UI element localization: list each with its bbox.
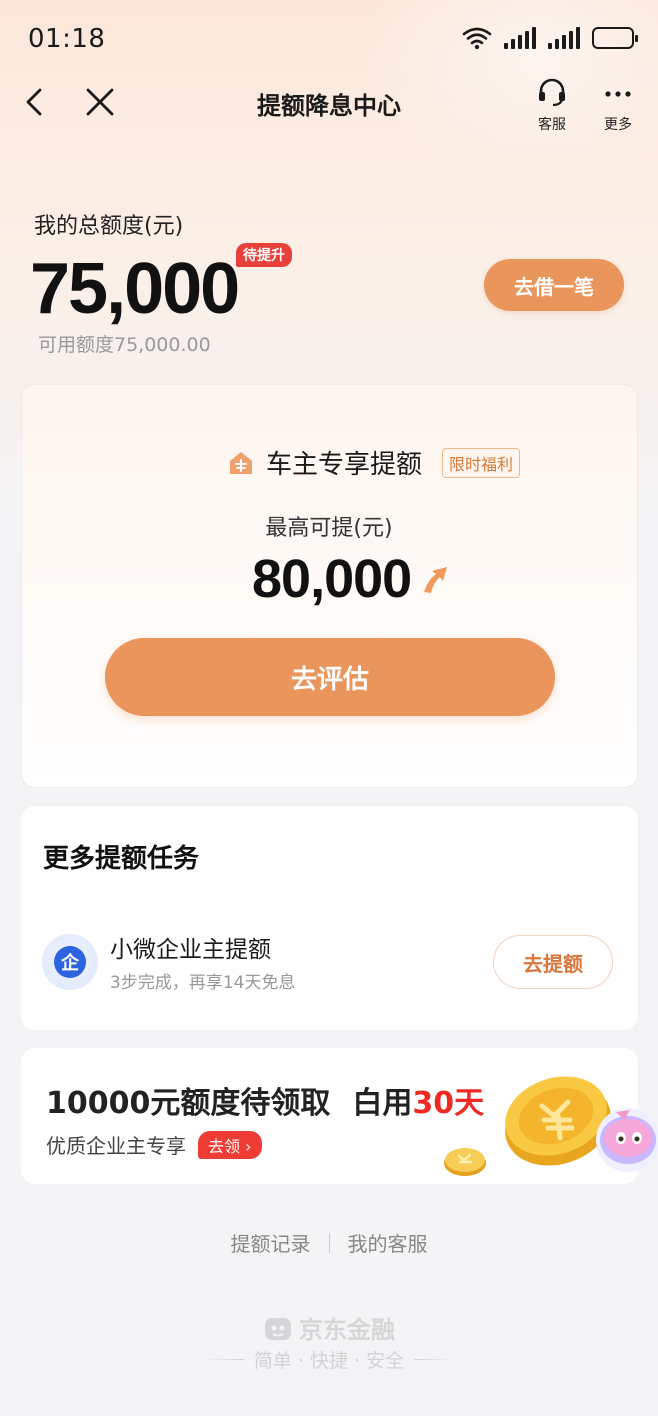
evaluate-button[interactable]: 去评估 bbox=[105, 638, 555, 716]
card-title: 车主专享提额 bbox=[266, 450, 423, 480]
wifi-icon bbox=[462, 27, 492, 50]
small-coin-icon bbox=[444, 1148, 486, 1176]
more-button[interactable]: 更多 bbox=[596, 78, 640, 134]
total-quota-label: 我的总额度(元) bbox=[34, 214, 184, 239]
car-owner-icon bbox=[230, 451, 252, 474]
enterprise-icon: 企 bbox=[42, 934, 98, 990]
promo-subtitle-row: 优质企业主专享 去领 › bbox=[46, 1130, 262, 1159]
card-header: 车主专享提额 限时福利 bbox=[226, 444, 521, 481]
slogan-row: 简单 · 快捷 · 安全 bbox=[0, 1346, 658, 1373]
chevron-right-icon: › bbox=[245, 1136, 252, 1156]
total-quota-amount: 75,000 bbox=[30, 249, 240, 329]
battery-icon bbox=[592, 27, 638, 49]
tasks-title: 更多提额任务 bbox=[43, 844, 200, 874]
limited-benefit-tag: 限时福利 bbox=[442, 447, 521, 478]
brand-name: 京东金融 bbox=[299, 1316, 395, 1344]
pending-increase-badge: 待提升 bbox=[236, 243, 292, 267]
brand: 京东金融 bbox=[0, 1310, 658, 1345]
chevron-left-icon bbox=[26, 88, 42, 116]
max-amount: 80,000 bbox=[252, 549, 412, 609]
promo-title: 10000元额度待领取 白用30天 bbox=[46, 1078, 484, 1122]
footer-links: 提额记录 我的客服 bbox=[0, 1228, 658, 1257]
slogan-line-right bbox=[414, 1359, 455, 1360]
headset-icon bbox=[539, 78, 565, 107]
promo-subtitle: 优质企业主专享 bbox=[46, 1134, 186, 1158]
status-icons bbox=[462, 26, 638, 50]
increase-quota-button[interactable]: 去提额 bbox=[493, 935, 613, 989]
close-button[interactable] bbox=[82, 84, 118, 120]
max-amount-label: 最高可提(元) bbox=[265, 516, 393, 541]
promo-title-highlight: 30天 bbox=[412, 1086, 485, 1121]
quota-history-link[interactable]: 提额记录 bbox=[231, 1228, 311, 1257]
more-label: 更多 bbox=[604, 117, 632, 133]
borrow-button[interactable]: 去借一笔 bbox=[484, 259, 624, 311]
footer-divider bbox=[328, 1232, 330, 1253]
service-label: 客服 bbox=[538, 117, 566, 133]
arrow-up-icon bbox=[424, 567, 447, 593]
promo-title-main: 10000元额度待领取 bbox=[46, 1086, 331, 1121]
customer-service-button[interactable]: 客服 bbox=[530, 78, 574, 134]
enterprise-icon-glyph: 企 bbox=[54, 946, 86, 978]
close-icon bbox=[86, 88, 114, 116]
my-service-link[interactable]: 我的客服 bbox=[348, 1228, 428, 1257]
promo-title-tail: 白用 bbox=[352, 1086, 413, 1121]
signal-icon bbox=[504, 27, 536, 49]
mascot-icon bbox=[596, 1108, 658, 1172]
claim-label: 去领 bbox=[208, 1136, 241, 1156]
status-time: 01:18 bbox=[28, 24, 106, 54]
claim-button[interactable]: 去领 › bbox=[198, 1130, 262, 1159]
more-dots-icon bbox=[605, 91, 631, 97]
task-name: 小微企业主提额 bbox=[110, 937, 271, 963]
slogan-line-left bbox=[203, 1359, 244, 1360]
back-button[interactable] bbox=[18, 84, 54, 120]
signal-icon-2 bbox=[548, 27, 580, 49]
available-quota: 可用额度75,000.00 bbox=[38, 334, 211, 356]
jd-finance-logo-icon bbox=[265, 1317, 291, 1340]
slogan: 简单 · 快捷 · 安全 bbox=[253, 1350, 405, 1372]
task-description: 3步完成，再享14天免息 bbox=[110, 973, 296, 993]
